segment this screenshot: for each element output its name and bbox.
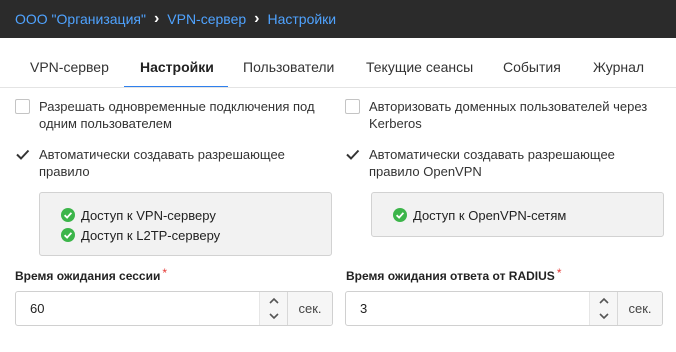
auto-rule-openvpn-checkbox[interactable] <box>345 147 360 162</box>
checkmark-icon <box>346 149 360 160</box>
breadcrumb-vpn-link[interactable]: VPN-сервер <box>167 11 246 27</box>
radius-timeout-decrement-button[interactable] <box>590 309 617 326</box>
radius-timeout-stepper <box>589 292 618 325</box>
rule-access-box: Доступ к VPN-серверу Доступ к L2TP-серве… <box>39 192 332 256</box>
check-circle-icon <box>61 228 75 242</box>
option-auto-rule-openvpn: Автоматически создавать разрешающее прав… <box>345 146 615 180</box>
top-bar: ООО "Организация" › VPN-сервер › Настрой… <box>0 0 676 38</box>
check-circle-icon <box>61 208 75 222</box>
breadcrumb-separator: › <box>254 10 260 27</box>
radius-timeout-input[interactable] <box>346 292 589 325</box>
option-auto-rule: Автоматически создавать разрешающее прав… <box>15 146 285 180</box>
option-kerberos: Авторизовать доменных пользователей чере… <box>345 98 647 132</box>
access-vpn-server-label: Доступ к VPN-серверу <box>81 207 216 223</box>
breadcrumb-settings-link[interactable]: Настройки <box>267 11 336 27</box>
tab-settings[interactable]: Настройки <box>124 52 228 88</box>
simultaneous-connections-checkbox[interactable] <box>15 99 30 114</box>
checkmark-icon <box>16 149 30 160</box>
list-item: Доступ к L2TP-серверу <box>61 225 331 245</box>
required-mark: * <box>162 266 167 280</box>
tab-events[interactable]: События <box>503 52 561 88</box>
breadcrumb-org-link[interactable]: ООО "Организация" <box>15 11 146 27</box>
radius-timeout-unit: сек. <box>618 292 662 325</box>
kerberos-label: Авторизовать доменных пользователей чере… <box>369 99 648 131</box>
auto-rule-checkbox[interactable] <box>15 147 30 162</box>
list-item: Доступ к OpenVPN-сетям <box>393 205 663 225</box>
chevron-up-icon <box>268 297 279 304</box>
check-circle-icon <box>393 208 407 222</box>
breadcrumb-separator: › <box>153 10 160 27</box>
session-timeout-input[interactable] <box>16 292 259 325</box>
session-timeout-label: Время ожидания сессии * <box>15 266 167 283</box>
chevron-down-icon <box>268 313 279 320</box>
session-timeout-decrement-button[interactable] <box>260 309 287 326</box>
radius-timeout-label-text: Время ожидания ответа от RADIUS <box>346 269 555 283</box>
session-timeout-stepper <box>259 292 288 325</box>
radius-timeout-increment-button[interactable] <box>590 292 617 309</box>
auto-rule-label: Автоматически создавать разрешающее прав… <box>39 147 285 179</box>
access-openvpn-networks-label: Доступ к OpenVPN-сетям <box>413 207 567 223</box>
required-mark: * <box>556 266 562 280</box>
openvpn-access-box: Доступ к OpenVPN-сетям <box>371 192 664 237</box>
simultaneous-connections-label: Разрешать одновременные подключения под … <box>39 99 315 131</box>
radius-timeout-label: Время ожидания ответа от RADIUS * <box>346 266 562 283</box>
tabs-divider <box>0 87 676 88</box>
radius-timeout-field: сек. <box>345 291 663 326</box>
chevron-down-icon <box>598 313 609 320</box>
access-l2tp-server-label: Доступ к L2TP-серверу <box>81 227 221 243</box>
auto-rule-openvpn-label: Автоматически создавать разрешающее прав… <box>369 147 615 179</box>
tab-current-sessions[interactable]: Текущие сеансы <box>366 52 473 88</box>
chevron-up-icon <box>598 297 609 304</box>
session-timeout-increment-button[interactable] <box>260 292 287 309</box>
tab-users[interactable]: Пользователи <box>243 52 334 88</box>
session-timeout-unit: сек. <box>288 292 332 325</box>
breadcrumb: ООО "Организация" › VPN-сервер › Настрой… <box>15 10 336 28</box>
option-simultaneous-connections: Разрешать одновременные подключения под … <box>15 98 315 132</box>
session-timeout-label-text: Время ожидания сессии <box>15 269 161 283</box>
list-item: Доступ к VPN-серверу <box>61 205 331 225</box>
tab-bar: VPN-сервер Настройки Пользователи Текущи… <box>15 52 661 88</box>
tab-journal[interactable]: Журнал <box>593 52 644 88</box>
session-timeout-field: сек. <box>15 291 333 326</box>
kerberos-checkbox[interactable] <box>345 99 360 114</box>
tab-vpn-server[interactable]: VPN-сервер <box>30 52 109 88</box>
